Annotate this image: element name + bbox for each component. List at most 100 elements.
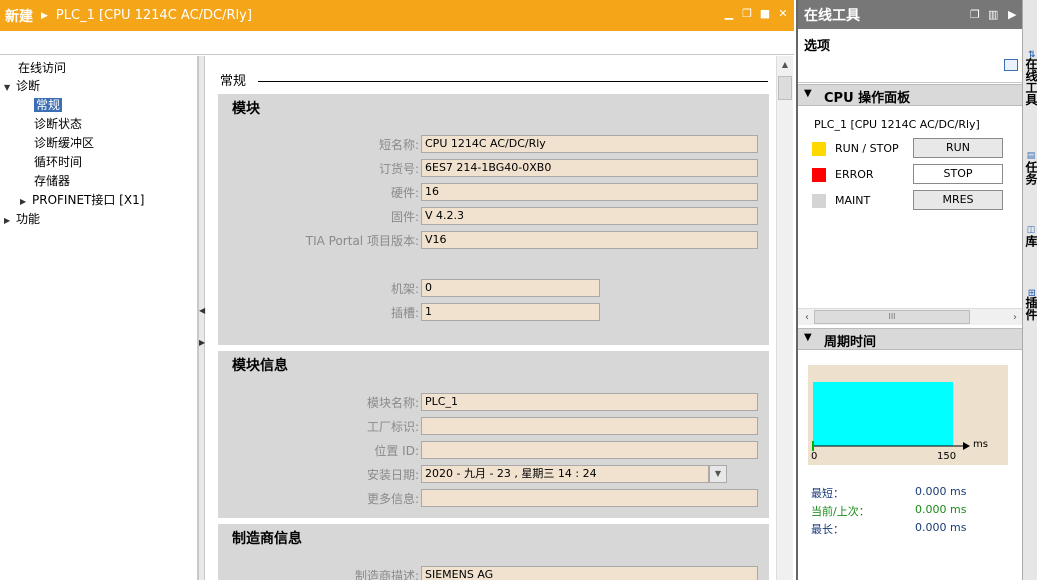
led-label: MAINT bbox=[835, 194, 871, 207]
tree-item-diagnostic-status[interactable]: 诊断状态 bbox=[22, 115, 82, 133]
field-project-version: TIA Portal 项目版本: V16 bbox=[218, 231, 769, 249]
run-button[interactable]: RUN bbox=[913, 138, 1003, 158]
chevron-down-icon[interactable]: ▼ bbox=[709, 465, 727, 483]
axis-unit-label: ms bbox=[973, 439, 988, 450]
task-card-tabs: ⇄在线工具 ▤任务 ◫库 ⊞插件 bbox=[1022, 0, 1037, 580]
more-info-field[interactable] bbox=[421, 489, 758, 507]
tree-item-cycle-time[interactable]: 循环时间 bbox=[22, 153, 82, 171]
stat-longest: 最长： 0.000 ms bbox=[811, 521, 967, 536]
field-installation-date: 安装日期: 2020 - 九月 - 23 , 星期三 14 : 24 ▼ bbox=[218, 465, 769, 483]
field-short-name: 短名称: CPU 1214C AC/DC/Rly bbox=[218, 135, 769, 153]
field-order-number: 订货号: 6ES7 214-1BG40-0XB0 bbox=[218, 159, 769, 177]
collapse-icon[interactable]: ▼ bbox=[4, 79, 16, 97]
diagnostics-tree: 在线访问 ▼ 诊断 常规 诊断状态 诊断缓冲区 循环时间 存储器 ▶ PROFINE… bbox=[0, 56, 198, 580]
expand-icon[interactable]: ▶ bbox=[20, 193, 32, 211]
axis-min-label: 0 bbox=[811, 451, 817, 462]
axis-max-label: 150 bbox=[937, 451, 956, 462]
toolbar-strip bbox=[0, 31, 794, 55]
tree-item-online-access[interactable]: 在线访问 bbox=[6, 59, 66, 77]
manufacturer-info-section: 制造商信息 制造商描述: SIEMENS AG bbox=[218, 524, 769, 580]
properties-pane: 常规 模块 短名称: CPU 1214C AC/DC/Rly 订货号: 6ES7… bbox=[206, 56, 774, 580]
scroll-left-icon[interactable]: ‹ bbox=[800, 309, 814, 326]
collapse-panel-icon[interactable]: ▶ bbox=[1008, 8, 1016, 21]
led-label: RUN / STOP bbox=[835, 142, 899, 155]
module-name-field[interactable]: PLC_1 bbox=[421, 393, 758, 411]
scroll-thumb[interactable]: III bbox=[814, 310, 970, 324]
tab-online-tools[interactable]: ⇄在线工具 bbox=[1023, 38, 1037, 118]
layout-icon[interactable]: ▥ bbox=[988, 8, 998, 21]
location-id-field[interactable] bbox=[421, 441, 758, 459]
expand-icon[interactable]: ▶ bbox=[4, 212, 16, 230]
project-name: 新建 bbox=[5, 8, 33, 25]
firmware-field[interactable]: V 4.2.3 bbox=[421, 207, 758, 225]
window-controls: ▁ ❐ ■ ✕ bbox=[722, 7, 790, 21]
horizontal-scrollbar[interactable]: ‹ III › bbox=[798, 308, 1024, 325]
add-in-icon: ⊞ bbox=[1026, 289, 1036, 297]
scroll-right-icon[interactable]: › bbox=[1008, 309, 1022, 326]
field-firmware: 固件: V 4.2.3 bbox=[218, 207, 769, 225]
tree-item-profinet-interface[interactable]: ▶ PROFINET接口 [X1] bbox=[20, 191, 144, 209]
close-icon[interactable]: ✕ bbox=[776, 7, 790, 21]
section-title: 制造商信息 bbox=[232, 531, 302, 547]
field-slot: 插槽: 1 bbox=[218, 303, 769, 321]
chevron-down-icon[interactable]: ▼ bbox=[804, 88, 812, 99]
cpu-device-name: PLC_1 [CPU 1214C AC/DC/Rly] bbox=[814, 118, 980, 131]
mres-button[interactable]: MRES bbox=[913, 190, 1003, 210]
library-icon: ◫ bbox=[1026, 225, 1036, 235]
online-tools-icon: ⇄ bbox=[1026, 50, 1036, 58]
slot-field[interactable]: 1 bbox=[421, 303, 600, 321]
editor-title-bar: 新建 ▶ PLC_1 [CPU 1214C AC/DC/Rly] ▁ ❐ ■ ✕ bbox=[0, 0, 794, 31]
scroll-up-icon[interactable]: ▲ bbox=[777, 56, 793, 73]
order-number-field[interactable]: 6ES7 214-1BG40-0XB0 bbox=[421, 159, 758, 177]
hardware-field[interactable]: 16 bbox=[421, 183, 758, 201]
float-window-icon[interactable]: ❐ bbox=[970, 8, 980, 21]
plant-designation-field[interactable] bbox=[421, 417, 758, 435]
tasks-icon: ▤ bbox=[1026, 151, 1036, 161]
project-version-field[interactable]: V16 bbox=[421, 231, 758, 249]
minimize-icon[interactable]: ▁ bbox=[722, 7, 736, 21]
manufacturer-description-field[interactable]: SIEMENS AG bbox=[421, 566, 758, 580]
cpu-panel-header[interactable]: ▼ CPU 操作面板 bbox=[798, 84, 1024, 106]
field-location-id: 位置 ID: bbox=[218, 441, 769, 459]
options-label: 选项 bbox=[804, 39, 831, 54]
short-name-field[interactable]: CPU 1214C AC/DC/Rly bbox=[421, 135, 758, 153]
expand-right-icon[interactable]: ▶ bbox=[199, 338, 205, 347]
pane-splitter[interactable]: ◀ ▶ bbox=[198, 56, 205, 580]
tree-item-diagnostic-buffer[interactable]: 诊断缓冲区 bbox=[22, 134, 94, 152]
rack-field[interactable]: 0 bbox=[421, 279, 600, 297]
module-info-section: 模块信息 模块名称: PLC_1 工厂标识: 位置 ID: 安装日期: 2020… bbox=[218, 351, 769, 518]
tab-tasks[interactable]: ▤任务 bbox=[1023, 140, 1037, 196]
field-manufacturer-description: 制造商描述: SIEMENS AG bbox=[218, 566, 769, 580]
field-module-name: 模块名称: PLC_1 bbox=[218, 393, 769, 411]
chevron-down-icon[interactable]: ▼ bbox=[804, 332, 812, 343]
field-rack: 机架: 0 bbox=[218, 279, 769, 297]
led-label: ERROR bbox=[835, 168, 874, 181]
cycle-time-header[interactable]: ▼ 周期时间 bbox=[798, 328, 1024, 350]
cycle-time-bar bbox=[813, 382, 953, 446]
main-vertical-scrollbar[interactable]: ▲ bbox=[776, 56, 793, 580]
window-icon[interactable] bbox=[1004, 59, 1018, 71]
breadcrumb-arrow-icon: ▶ bbox=[41, 10, 48, 21]
collapse-left-icon[interactable]: ◀ bbox=[199, 306, 205, 315]
section-heading-general: 常规 bbox=[220, 74, 247, 89]
field-hardware: 硬件: 16 bbox=[218, 183, 769, 201]
tab-add-ins[interactable]: ⊞插件 bbox=[1023, 282, 1037, 328]
installation-date-field[interactable]: 2020 - 九月 - 23 , 星期三 14 : 24 bbox=[421, 465, 709, 483]
maximize-icon[interactable]: ■ bbox=[758, 7, 772, 21]
tree-item-general[interactable]: 常规 bbox=[22, 96, 63, 114]
tree-item-memory[interactable]: 存储器 bbox=[22, 172, 70, 190]
stat-current-last: 当前/上次： 0.000 ms bbox=[811, 503, 967, 518]
tree-item-functions[interactable]: ▶ 功能 bbox=[4, 210, 40, 228]
tree-item-diagnostics[interactable]: ▼ 诊断 bbox=[4, 77, 40, 95]
device-name: PLC_1 [CPU 1214C AC/DC/Rly] bbox=[55, 8, 252, 23]
scroll-thumb[interactable] bbox=[778, 76, 792, 100]
tab-libraries[interactable]: ◫库 bbox=[1023, 216, 1037, 256]
stat-shortest: 最短： 0.000 ms bbox=[811, 485, 967, 500]
field-more-info: 更多信息: bbox=[218, 489, 769, 507]
field-plant-designation: 工厂标识: bbox=[218, 417, 769, 435]
stop-button[interactable]: STOP bbox=[913, 164, 1003, 184]
restore-icon[interactable]: ❐ bbox=[740, 7, 754, 21]
online-tools-panel: 在线工具 ❐ ▥ ▶ 选项 ▼ CPU 操作面板 PLC_1 [CPU 1214… bbox=[796, 0, 1024, 580]
module-section: 模块 短名称: CPU 1214C AC/DC/Rly 订货号: 6ES7 21… bbox=[218, 94, 769, 345]
section-title: 模块信息 bbox=[232, 358, 288, 374]
